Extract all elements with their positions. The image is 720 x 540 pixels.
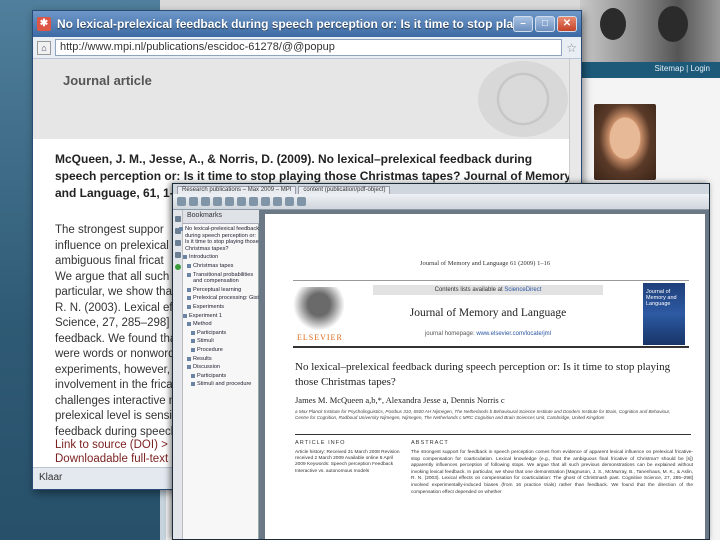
maximize-button[interactable]: □ [535, 16, 555, 32]
hand-tool-icon[interactable] [237, 197, 246, 206]
journal-reference: Journal of Memory and Language 61 (2009)… [419, 260, 551, 267]
email-icon[interactable] [201, 197, 210, 206]
page-icon: ⌂ [37, 40, 51, 55]
zoom-in-icon[interactable] [273, 197, 282, 206]
bookmark-item[interactable]: Perceptual learning [187, 287, 259, 294]
navigation-strip [173, 210, 183, 539]
section-divider [295, 434, 691, 435]
sciencedirect-link[interactable]: ScienceDirect [504, 287, 541, 293]
sitemap-links[interactable]: Sitemap | Login [655, 64, 710, 73]
zoom-out-icon[interactable] [261, 197, 270, 206]
pdf-document-view[interactable]: Journal of Memory and Language 61 (2009)… [259, 210, 709, 539]
signatures-icon[interactable] [174, 264, 181, 270]
journal-name: Journal of Memory and Language [409, 307, 567, 319]
homepage-prefix: journal homepage: [424, 331, 477, 337]
tab-pdf-content[interactable]: content (publication/pdf-object) [298, 186, 391, 194]
article-authors: James M. McQueen a,b,*, Alexandra Jesse … [295, 395, 505, 405]
bookmark-item[interactable]: Experiments [187, 304, 259, 311]
bookmark-item[interactable]: Results [187, 356, 259, 363]
cover-title: Journal of Memory and Language [646, 289, 677, 307]
address-bar: ⌂ http://www.mpi.nl/publications/escidoc… [33, 37, 581, 59]
publisher-name: ELSEVIER [297, 333, 343, 342]
fit-page-icon[interactable] [285, 197, 294, 206]
journal-article-header: Journal article [33, 59, 581, 139]
section-label: Journal article [63, 73, 152, 88]
bookmark-item[interactable]: Prelexical processing: Gist [187, 295, 259, 302]
pages-icon[interactable] [174, 216, 181, 222]
select-tool-icon[interactable] [249, 197, 258, 206]
article-info: Article history: Received 31 March 2008 … [295, 450, 400, 474]
minimize-button[interactable]: – [513, 16, 533, 32]
homepage-link[interactable]: www.elsevier.com/locate/jml [476, 331, 551, 337]
bookmark-item[interactable]: Christmas tapes [187, 263, 259, 270]
pdf-tab-bar: Research publications – Max 2009 – MPI c… [173, 184, 709, 194]
article-abstract: The strongest support for feedback in sp… [411, 450, 693, 495]
page-up-icon[interactable] [213, 197, 222, 206]
bookmark-star-icon[interactable]: ☆ [566, 41, 577, 55]
bookmark-item[interactable]: Experiment 1 [183, 313, 259, 320]
url-field[interactable]: http://www.mpi.nl/publications/escidoc-6… [55, 39, 563, 56]
desktop: Sitemap | Login ✱ No lexical-prelexical … [0, 0, 720, 540]
bookmark-item[interactable]: No lexical-prelexical feedback during sp… [179, 226, 259, 252]
author-affiliations: a Max Planck Institute for Psycholinguis… [295, 409, 671, 420]
bookmarks-header: Bookmarks [183, 210, 259, 224]
bookmark-tree: No lexical-prelexical feedback during sp… [179, 226, 259, 390]
bookmark-item[interactable]: Method [187, 321, 259, 328]
pdf-reader-window: Research publications – Max 2009 – MPI c… [172, 183, 710, 540]
bookmark-item[interactable]: Discussion [187, 364, 259, 371]
pdf-page: Journal of Memory and Language 61 (2009)… [265, 214, 705, 539]
article-title: No lexical–prelexical feedback during sp… [295, 361, 671, 388]
journal-cover: Journal of Memory and Language [643, 283, 685, 345]
close-button[interactable]: ✕ [557, 16, 577, 32]
article-info-heading: ARTICLE INFO [295, 440, 346, 446]
comments-icon[interactable] [174, 252, 181, 258]
print-icon[interactable] [189, 197, 198, 206]
attachments-icon[interactable] [174, 240, 181, 246]
minerva-logo [478, 61, 568, 137]
contents-banner: Contents lists available at ScienceDirec… [373, 285, 603, 295]
window-titlebar[interactable]: ✱ No lexical-prelexical feedback during … [33, 11, 581, 37]
browser-favicon-icon: ✱ [37, 17, 51, 31]
journal-homepage: journal homepage: www.elsevier.com/locat… [353, 331, 623, 337]
page-down-icon[interactable] [225, 197, 234, 206]
save-icon[interactable] [177, 197, 186, 206]
tab-research-publications[interactable]: Research publications – Max 2009 – MPI [177, 186, 297, 194]
bookmark-item[interactable]: Participants [191, 373, 259, 380]
abstract-heading: ABSTRACT [411, 440, 449, 446]
bookmarks-panel: Bookmarks No lexical-prelexical feedback… [173, 210, 259, 539]
bookmark-item[interactable]: Stimuli [191, 338, 259, 345]
journal-masthead: ELSEVIER Contents lists available at Sci… [293, 280, 689, 348]
elsevier-tree-logo [293, 287, 345, 331]
pdf-toolbar [173, 194, 709, 210]
bookmark-item[interactable]: Participants [191, 330, 259, 337]
author-photo [594, 104, 656, 180]
bookmark-item[interactable]: Introduction [183, 254, 259, 261]
bookmark-item[interactable]: Transitional probabilities and compensat… [187, 272, 259, 285]
window-title: No lexical-prelexical feedback during sp… [57, 17, 513, 31]
find-icon[interactable] [297, 197, 306, 206]
bookmark-item[interactable]: Procedure [191, 347, 259, 354]
bookmark-item[interactable]: Stimuli and procedure [191, 381, 259, 388]
contents-prefix: Contents lists available at [434, 287, 505, 293]
header-photo [580, 0, 720, 62]
